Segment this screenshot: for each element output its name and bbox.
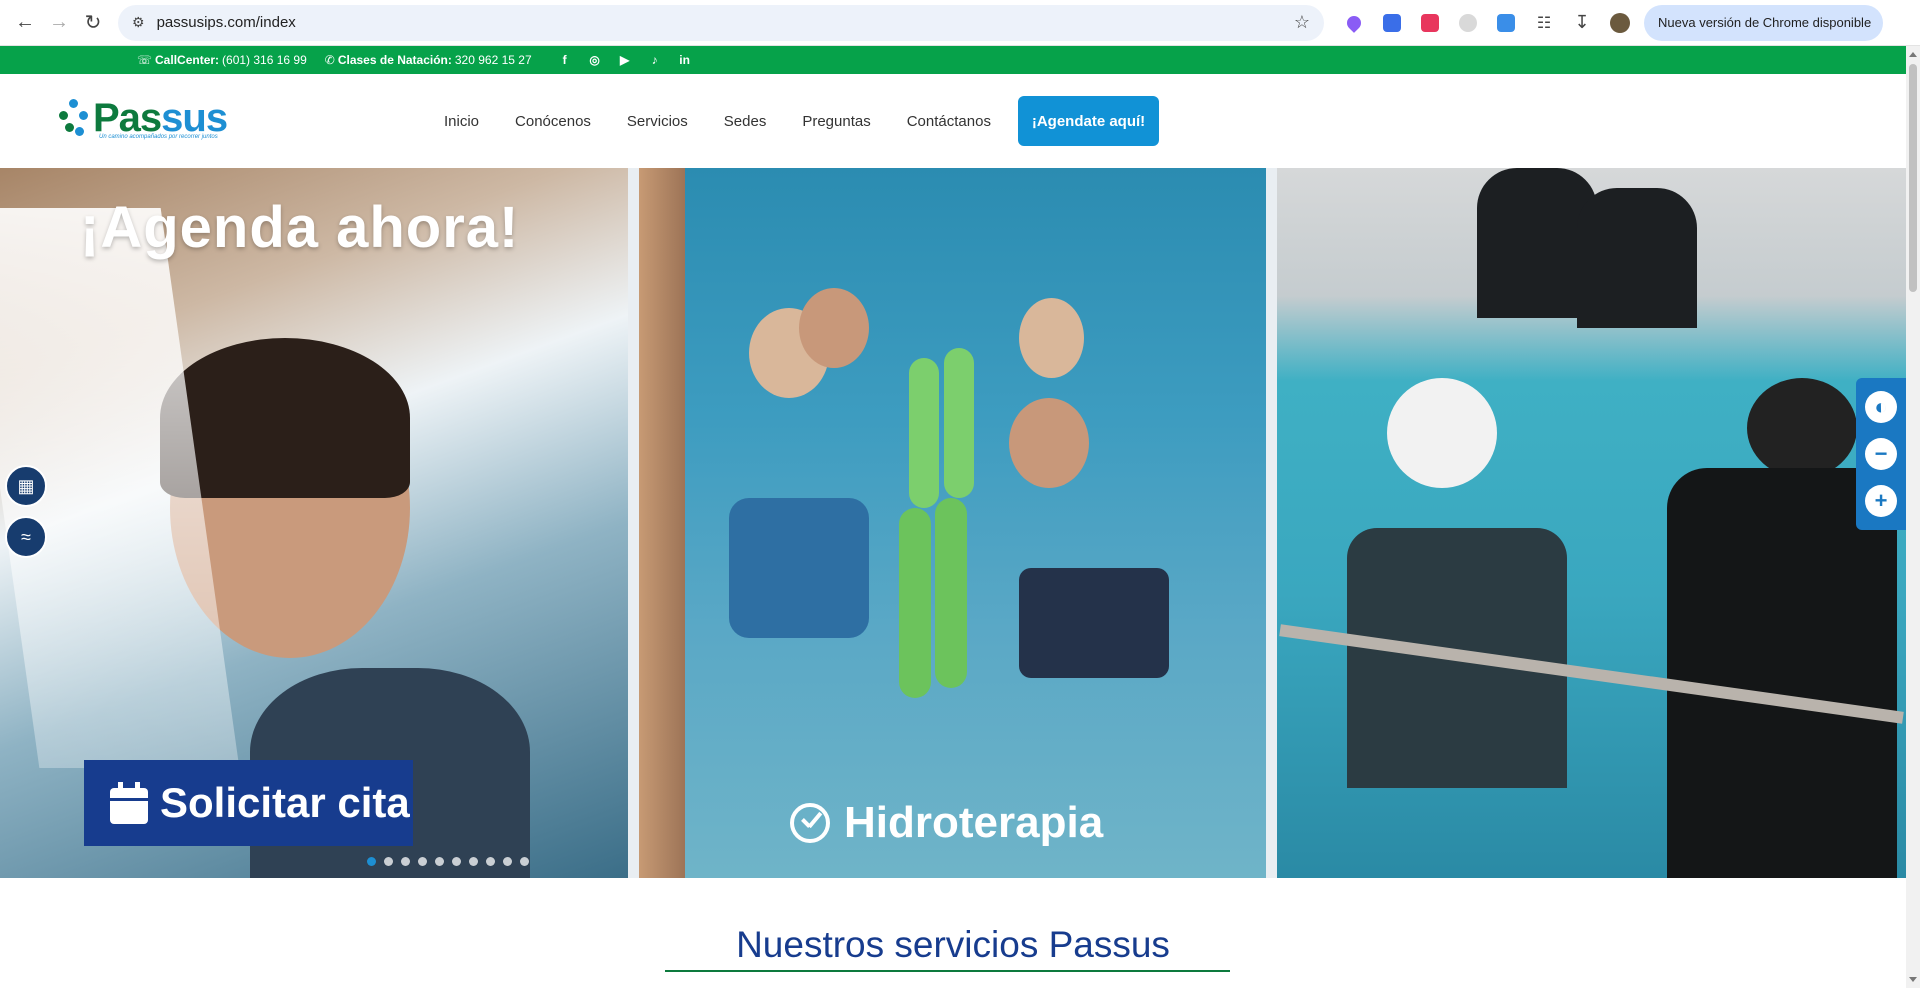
calendar-float-button[interactable]: ▦: [5, 465, 47, 507]
logo-mark-icon: [55, 97, 93, 141]
hidroterapia-label: Hidroterapia: [844, 798, 1104, 847]
callcenter-number: (601) 316 16 99: [222, 53, 307, 67]
swimmer-icon: ≈: [21, 526, 31, 547]
reload-icon[interactable]: ↻: [76, 6, 110, 40]
hero-slider: ¡Agenda ahora! Solicitar cita Hidroterap…: [0, 168, 1906, 878]
chrome-update-button[interactable]: Nueva versión de Chrome disponible ⋮: [377, 4, 1884, 709]
slide-dot[interactable]: [401, 857, 410, 866]
agendate-button[interactable]: ¡Agendate aquí!: [1018, 96, 1159, 146]
slide-dot[interactable]: [367, 857, 376, 866]
extension-grey-icon[interactable]: [1452, 7, 1484, 39]
slide-dot[interactable]: [503, 857, 512, 866]
swim-number: 320 962 15 27: [454, 53, 532, 67]
solicitar-cita-button[interactable]: Solicitar cita: [84, 760, 413, 846]
logo-tagline: Un camino acompañados por recorrer junto…: [99, 134, 218, 140]
update-label: Nueva versión de Chrome disponible: [1658, 15, 1872, 30]
swim-float-button[interactable]: ≈: [5, 516, 47, 558]
slide-dot[interactable]: [486, 857, 495, 866]
passus-logo[interactable]: Passus Un camino acompañados por recorre…: [55, 96, 228, 141]
slide-dot[interactable]: [435, 857, 444, 866]
calendar-icon: ▦: [17, 475, 35, 496]
callcenter-label: CallCenter:: [155, 53, 220, 67]
page-scrollbar[interactable]: [1906, 46, 1920, 988]
slider-pagination: [367, 857, 529, 866]
back-icon[interactable]: ←: [8, 6, 42, 40]
menu-item-conocenos[interactable]: Conócenos: [515, 113, 591, 130]
slide-dot[interactable]: [469, 857, 478, 866]
menu-item-inicio[interactable]: Inicio: [444, 113, 479, 130]
contrast-icon[interactable]: ◐: [1865, 391, 1897, 424]
extension-red-icon[interactable]: [1414, 7, 1446, 39]
site-header: Passus Un camino acompañados por recorre…: [0, 74, 1906, 168]
hero-image-instructors: [1277, 168, 1906, 878]
address-bar[interactable]: ⚙ passusips.com/index ☆: [118, 4, 1324, 41]
menu-item-sedes[interactable]: Sedes: [724, 113, 767, 130]
slide-dot[interactable]: [418, 857, 427, 866]
hero-image-hydrotherapy: [639, 168, 1266, 878]
contact-topbar: ☏ CallCenter: (601) 316 16 99 ✆ Clases d…: [0, 46, 1906, 74]
check-circle-icon: [790, 803, 830, 843]
youtube-icon[interactable]: ▶: [610, 53, 640, 67]
main-menu: Inicio Conócenos Servicios Sedes Pregunt…: [444, 74, 1027, 168]
scroll-up-icon[interactable]: [1909, 52, 1917, 57]
increase-font-icon[interactable]: +: [1865, 484, 1897, 517]
slide-dot[interactable]: [520, 857, 529, 866]
menu-item-servicios[interactable]: Servicios: [627, 113, 688, 130]
menu-item-contactanos[interactable]: Contáctanos: [907, 113, 991, 130]
swim-classes-info[interactable]: ✆ Clases de Natación: 320 962 15 27: [325, 53, 532, 67]
extensions-row: ☷ ↧: [1338, 7, 1636, 39]
forward-icon[interactable]: →: [42, 6, 76, 40]
download-icon[interactable]: ↧: [1566, 7, 1598, 39]
swim-label: Clases de Natación:: [337, 53, 452, 67]
url-text[interactable]: passusips.com/index: [157, 14, 1294, 31]
facebook-icon[interactable]: f: [550, 53, 580, 67]
scroll-down-icon[interactable]: [1909, 977, 1917, 982]
tiktok-icon[interactable]: ♪: [640, 53, 670, 67]
linkedin-icon[interactable]: in: [670, 53, 700, 67]
whatsapp-icon: ✆: [324, 53, 335, 67]
headset-icon: ☏: [137, 53, 153, 67]
callcenter-info[interactable]: ☏ CallCenter: (601) 316 16 99: [137, 53, 307, 67]
slide-dot[interactable]: [384, 857, 393, 866]
accessibility-widget: ◐ − +: [1856, 378, 1906, 530]
instagram-icon[interactable]: ◎: [580, 53, 610, 67]
extension-fi-icon[interactable]: [1490, 7, 1522, 39]
extension-drop-icon[interactable]: [1338, 7, 1370, 39]
hidroterapia-caption: Hidroterapia: [790, 798, 1103, 848]
bookmark-star-icon[interactable]: ☆: [1294, 12, 1310, 33]
extensions-puzzle-icon[interactable]: ☷: [1528, 7, 1560, 39]
calendar-icon: [110, 782, 148, 824]
site-info-icon[interactable]: ⚙: [132, 14, 145, 31]
decrease-font-icon[interactable]: −: [1865, 437, 1897, 470]
solicitar-label: Solicitar cita: [160, 779, 410, 826]
scroll-thumb[interactable]: [1909, 64, 1917, 292]
profile-avatar[interactable]: [1604, 7, 1636, 39]
hero-headline: ¡Agenda ahora!: [80, 195, 520, 260]
slide-dot[interactable]: [452, 857, 461, 866]
title-underline: [665, 970, 1230, 972]
browser-toolbar: ← → ↻ ⚙ passusips.com/index ☆ ☷ ↧ Nueva …: [0, 0, 1920, 709]
extension-blue-icon[interactable]: [1376, 7, 1408, 39]
menu-item-preguntas[interactable]: Preguntas: [802, 113, 870, 130]
services-section-title: Nuestros servicios Passus: [736, 924, 1170, 965]
